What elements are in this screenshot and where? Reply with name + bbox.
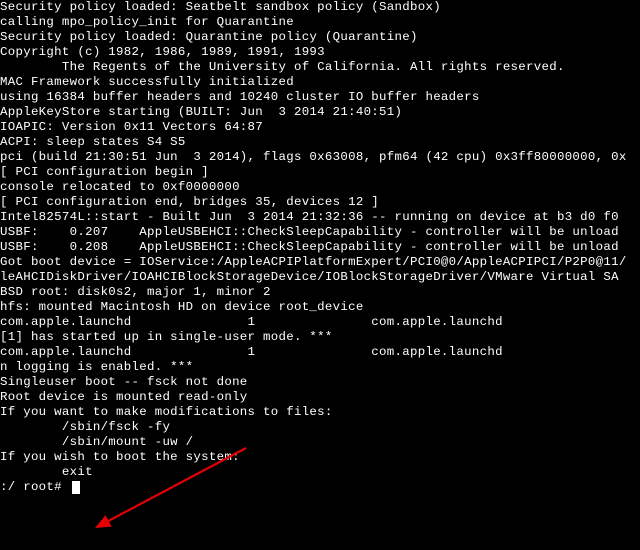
console-line: /sbin/fsck -fy bbox=[0, 420, 640, 435]
console-line: BSD root: disk0s2, major 1, minor 2 bbox=[0, 285, 640, 300]
console-line: leAHCIDiskDriver/IOAHCIBlockStorageDevic… bbox=[0, 270, 640, 285]
console-line: IOAPIC: Version 0x11 Vectors 64:87 bbox=[0, 120, 640, 135]
console-line: Got boot device = IOService:/AppleACPIPl… bbox=[0, 255, 640, 270]
console-line: Intel82574L::start - Built Jun 3 2014 21… bbox=[0, 210, 640, 225]
console-line: exit bbox=[0, 465, 640, 480]
cursor bbox=[72, 481, 80, 494]
console-line: The Regents of the University of Califor… bbox=[0, 60, 640, 75]
console-line: com.apple.launchd 1 com.apple.launchd bbox=[0, 345, 640, 360]
console-line: If you want to make modifications to fil… bbox=[0, 405, 640, 420]
console-line: USBF: 0.207 AppleUSBEHCI::CheckSleepCapa… bbox=[0, 225, 640, 240]
console-line: Copyright (c) 1982, 1986, 1989, 1991, 19… bbox=[0, 45, 640, 60]
console-line: MAC Framework successfully initialized bbox=[0, 75, 640, 90]
shell-prompt[interactable]: :/ root# bbox=[0, 480, 640, 495]
console-line: [ PCI configuration end, bridges 35, dev… bbox=[0, 195, 640, 210]
console-line: Security policy loaded: Quarantine polic… bbox=[0, 30, 640, 45]
terminal-output: Security policy loaded: Seatbelt sandbox… bbox=[0, 0, 640, 495]
console-line: USBF: 0.208 AppleUSBEHCI::CheckSleepCapa… bbox=[0, 240, 640, 255]
console-line: [1] has started up in single-user mode. … bbox=[0, 330, 640, 345]
console-line: pci (build 21:30:51 Jun 3 2014), flags 0… bbox=[0, 150, 640, 165]
console-line: Singleuser boot -- fsck not done bbox=[0, 375, 640, 390]
console-line: If you wish to boot the system: bbox=[0, 450, 640, 465]
console-line: console relocated to 0xf0000000 bbox=[0, 180, 640, 195]
prompt-text: :/ root# bbox=[0, 480, 70, 495]
console-line: Security policy loaded: Seatbelt sandbox… bbox=[0, 0, 640, 15]
console-line: using 16384 buffer headers and 10240 clu… bbox=[0, 90, 640, 105]
console-line: [ PCI configuration begin ] bbox=[0, 165, 640, 180]
console-line: calling mpo_policy_init for Quarantine bbox=[0, 15, 640, 30]
console-line: hfs: mounted Macintosh HD on device root… bbox=[0, 300, 640, 315]
console-line: /sbin/mount -uw / bbox=[0, 435, 640, 450]
console-line: com.apple.launchd 1 com.apple.launchd bbox=[0, 315, 640, 330]
console-line: ACPI: sleep states S4 S5 bbox=[0, 135, 640, 150]
console-line: n logging is enabled. *** bbox=[0, 360, 640, 375]
console-line: Root device is mounted read-only bbox=[0, 390, 640, 405]
console-line: AppleKeyStore starting (BUILT: Jun 3 201… bbox=[0, 105, 640, 120]
